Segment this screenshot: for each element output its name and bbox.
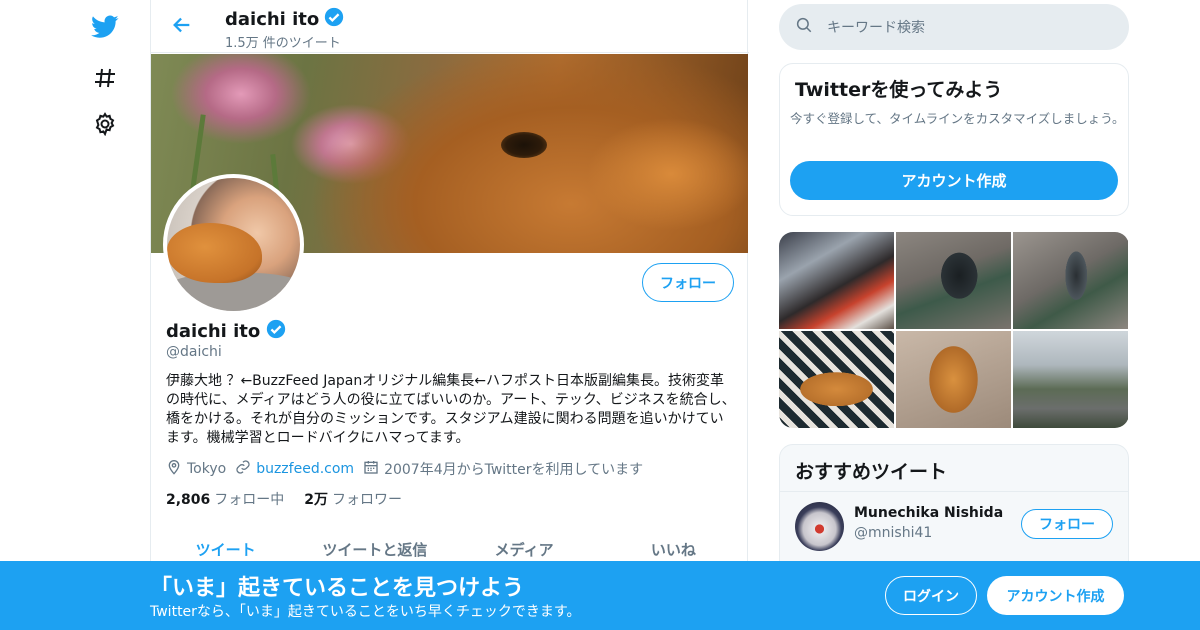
verified-badge-icon (323, 6, 345, 33)
follow-stats: 2,806 フォロー中 2万 フォロワー (166, 489, 402, 509)
link-icon (235, 459, 251, 479)
profile-name-text: daichi ito (166, 321, 261, 342)
media-thumbnail[interactable] (779, 232, 894, 329)
signup-card-text: 今すぐ登録して、タイムラインをカスタマイズしましょう。 (790, 111, 1125, 126)
join-date: 2007年4月からTwitterを利用しています (363, 459, 643, 479)
prompt-title: 「いま」起きていることを見つけよう (150, 576, 525, 601)
following-count: 2,806 (166, 492, 211, 508)
profile-column: daichi ito 1.5万 件のツイート フォロー daichi ito @… (150, 0, 749, 630)
join-date-text: 2007年4月からTwitterを利用しています (384, 462, 644, 478)
signup-card: Twitterを使ってみよう 今すぐ登録して、タイムラインをカスタマイズしましょ… (779, 63, 1129, 216)
signup-card-title: Twitterを使ってみよう (795, 79, 1003, 101)
followers-count: 2万 (304, 492, 329, 508)
follow-button[interactable]: フォロー (642, 263, 734, 302)
cat-eye (501, 132, 547, 158)
location: Tokyo (166, 459, 226, 479)
following-stat[interactable]: 2,806 フォロー中 (166, 489, 284, 509)
recommended-user-handle: @mnishi41 (854, 525, 933, 541)
recommended-title: おすすめツイート (795, 461, 948, 483)
search-input[interactable]: キーワード検索 (827, 17, 925, 37)
location-pin-icon (166, 459, 182, 479)
header-name-text: daichi ito (225, 9, 320, 30)
search-box[interactable]: キーワード検索 (779, 4, 1129, 50)
prompt-subtitle: Twitterなら、「いま」起きていることをいち早くチェックできます。 (150, 604, 581, 620)
recommended-user-name[interactable]: Munechika Nishida (854, 505, 1003, 521)
location-text: Tokyo (187, 461, 227, 477)
media-thumbnail[interactable] (896, 232, 1011, 329)
recommended-user-avatar[interactable] (795, 502, 844, 551)
profile-handle: @daichi (166, 344, 222, 360)
gear-icon[interactable] (90, 109, 120, 139)
verified-badge-icon (265, 318, 287, 345)
profile-name: daichi ito (166, 318, 287, 345)
media-grid (779, 232, 1129, 428)
media-thumbnail[interactable] (1013, 331, 1128, 428)
profile-meta: Tokyo buzzfeed.com 2007年4月からTwitterを利用して… (166, 459, 652, 479)
calendar-icon (363, 459, 379, 479)
media-thumbnail[interactable] (896, 331, 1011, 428)
back-arrow-icon[interactable] (169, 12, 195, 38)
avatar-cat (167, 223, 262, 283)
hashtag-icon[interactable] (90, 63, 120, 93)
website: buzzfeed.com (235, 459, 354, 479)
profile-bio: 伊藤大地 ？←BuzzFeed Japanオリジナル編集長←ハフポスト日本版副編… (166, 373, 736, 446)
followers-label: フォロワー (332, 492, 403, 508)
recommended-card: おすすめツイート Munechika Nishida @mnishi41 フォロ… (779, 444, 1129, 574)
recommended-follow-button[interactable]: フォロー (1021, 509, 1113, 539)
media-thumbnail[interactable] (1013, 232, 1128, 329)
media-thumbnail[interactable] (779, 331, 894, 428)
signup-button[interactable]: アカウント作成 (987, 576, 1124, 615)
header-name: daichi ito (225, 6, 345, 33)
page: daichi ito 1.5万 件のツイート フォロー daichi ito @… (0, 0, 1200, 630)
create-account-button[interactable]: アカウント作成 (790, 161, 1118, 200)
followers-stat[interactable]: 2万 フォロワー (304, 489, 402, 509)
profile-header-bar: daichi ito 1.5万 件のツイート (151, 0, 749, 53)
signup-prompt-bar: 「いま」起きていることを見つけよう Twitterなら、「いま」起きていることを… (0, 561, 1200, 630)
search-icon (795, 16, 813, 38)
left-nav (0, 0, 150, 630)
following-label: フォロー中 (214, 492, 285, 508)
profile-avatar[interactable] (163, 174, 304, 315)
tweet-count: 1.5万 件のツイート (225, 36, 341, 51)
website-link[interactable]: buzzfeed.com (256, 461, 354, 477)
login-button[interactable]: ログイン (885, 576, 977, 615)
twitter-bird-icon[interactable] (90, 12, 120, 42)
